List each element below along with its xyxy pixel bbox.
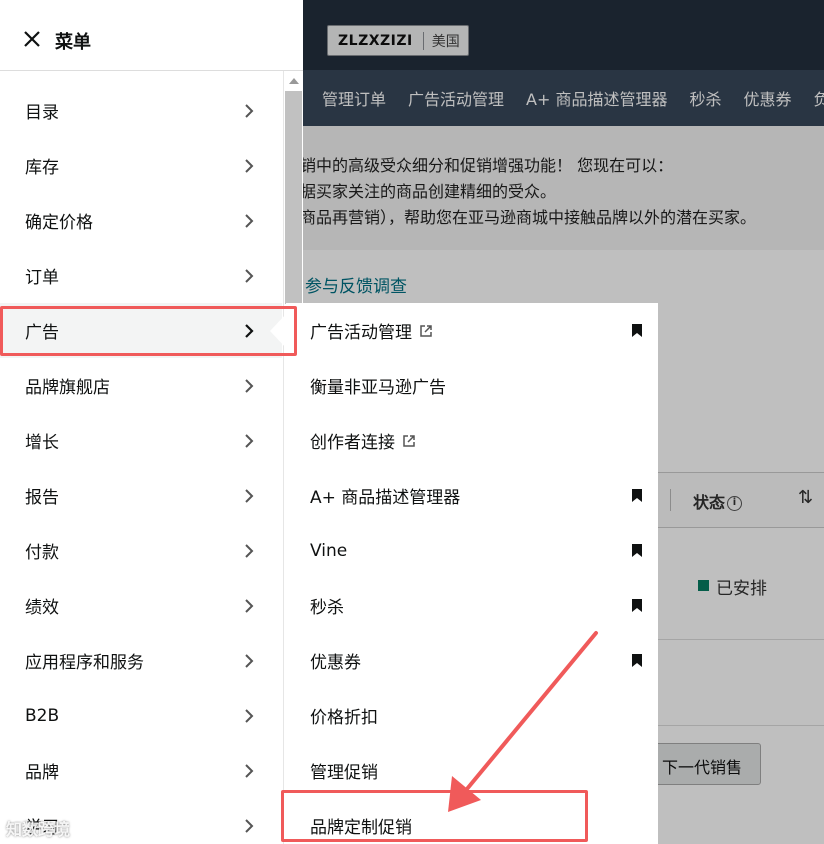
menu-item-payments[interactable]: 付款: [0, 523, 282, 578]
menu-item-b2b[interactable]: B2B: [0, 688, 282, 743]
chevron-right-icon: [245, 104, 254, 118]
scroll-thumb[interactable]: [285, 91, 302, 304]
menu-item-label: 应用程序和服务: [25, 653, 144, 673]
submenu-item-lightning-deals[interactable]: 秒杀: [286, 578, 658, 633]
scroll-up-arrow-icon[interactable]: [289, 78, 299, 84]
chevron-right-icon: [245, 269, 254, 283]
submenu-item-price-discounts[interactable]: 价格折扣: [286, 688, 658, 743]
chevron-right-icon: [245, 654, 254, 668]
submenu-item-campaign-manager[interactable]: 广告活动管理: [286, 303, 658, 358]
advertising-submenu: 广告活动管理 衡量非亚马逊广告 创作者连接 A+ 商品描述管理器 Vine 秒杀…: [286, 303, 658, 844]
submenu-item-measure-non-amazon-ads[interactable]: 衡量非亚马逊广告: [286, 358, 658, 413]
menu-item-apps-services[interactable]: 应用程序和服务: [0, 633, 282, 688]
chevron-right-icon: [245, 709, 254, 723]
menu-item-growth[interactable]: 增长: [0, 413, 282, 468]
submenu-item-label: 秒杀: [310, 598, 344, 618]
submenu-item-label: 创作者连接: [310, 433, 395, 453]
bookmark-icon[interactable]: [632, 324, 642, 337]
bookmark-icon[interactable]: [632, 544, 642, 557]
chevron-right-icon: [245, 544, 254, 558]
menu-item-label: 确定价格: [25, 213, 93, 233]
menu-item-inventory[interactable]: 库存: [0, 138, 282, 193]
menu-item-orders[interactable]: 订单: [0, 248, 282, 303]
bookmark-icon[interactable]: [632, 654, 642, 667]
bookmark-icon[interactable]: [632, 489, 642, 502]
menu-item-label: 绩效: [25, 598, 59, 618]
menu-item-brands[interactable]: 品牌: [0, 743, 282, 798]
menu-title: 菜单: [55, 32, 91, 53]
menu-item-label: 品牌旗舰店: [25, 378, 110, 398]
submenu-item-label: 管理促销: [310, 763, 378, 783]
menu-header: 菜单: [0, 0, 303, 71]
menu-item-label: 库存: [25, 158, 59, 178]
watermark: 知数跨境: [6, 820, 71, 839]
external-link-icon: [403, 434, 415, 447]
menu-item-reports[interactable]: 报告: [0, 468, 282, 523]
close-icon[interactable]: [22, 29, 42, 49]
menu-item-label: 目录: [25, 103, 59, 123]
side-menu: 菜单 目录 库存 确定价格 订单 广告 品牌旗舰店 增长 报告 付款 绩效 应用…: [0, 0, 303, 844]
highlight-box-advertising: [0, 306, 297, 356]
chevron-right-icon: [245, 599, 254, 613]
menu-item-label: 品牌: [25, 763, 59, 783]
menu-item-label: 增长: [25, 433, 59, 453]
submenu-item-label: 衡量非亚马逊广告: [310, 378, 446, 398]
submenu-item-vine[interactable]: Vine: [286, 523, 658, 578]
chevron-right-icon: [245, 214, 254, 228]
menu-item-label: B2B: [25, 705, 60, 726]
chevron-right-icon: [245, 819, 254, 833]
highlight-box-brand-promotions: [281, 790, 588, 842]
submenu-item-coupons[interactable]: 优惠券: [286, 633, 658, 688]
submenu-item-label: 价格折扣: [310, 708, 378, 728]
menu-item-performance[interactable]: 绩效: [0, 578, 282, 633]
submenu-item-creator-connections[interactable]: 创作者连接: [286, 413, 658, 468]
menu-item-pricing[interactable]: 确定价格: [0, 193, 282, 248]
menu-list: 目录 库存 确定价格 订单 广告 品牌旗舰店 增长 报告 付款 绩效 应用程序和…: [0, 83, 282, 844]
chevron-right-icon: [245, 489, 254, 503]
menu-item-label: 报告: [25, 488, 59, 508]
menu-item-label: 订单: [25, 268, 59, 288]
submenu-item-label: 优惠券: [310, 653, 361, 673]
submenu-item-label: 广告活动管理: [310, 323, 412, 343]
bookmark-icon[interactable]: [632, 599, 642, 612]
external-link-icon: [420, 324, 432, 337]
chevron-right-icon: [245, 379, 254, 393]
submenu-item-a-plus-manager[interactable]: A+ 商品描述管理器: [286, 468, 658, 523]
submenu-item-label: A+ 商品描述管理器: [310, 488, 461, 508]
submenu-item-label: Vine: [310, 540, 348, 561]
chevron-right-icon: [245, 434, 254, 448]
menu-item-catalog[interactable]: 目录: [0, 83, 282, 138]
menu-item-brand-store[interactable]: 品牌旗舰店: [0, 358, 282, 413]
chevron-right-icon: [245, 159, 254, 173]
chevron-right-icon: [245, 764, 254, 778]
menu-item-label: 付款: [25, 543, 59, 563]
